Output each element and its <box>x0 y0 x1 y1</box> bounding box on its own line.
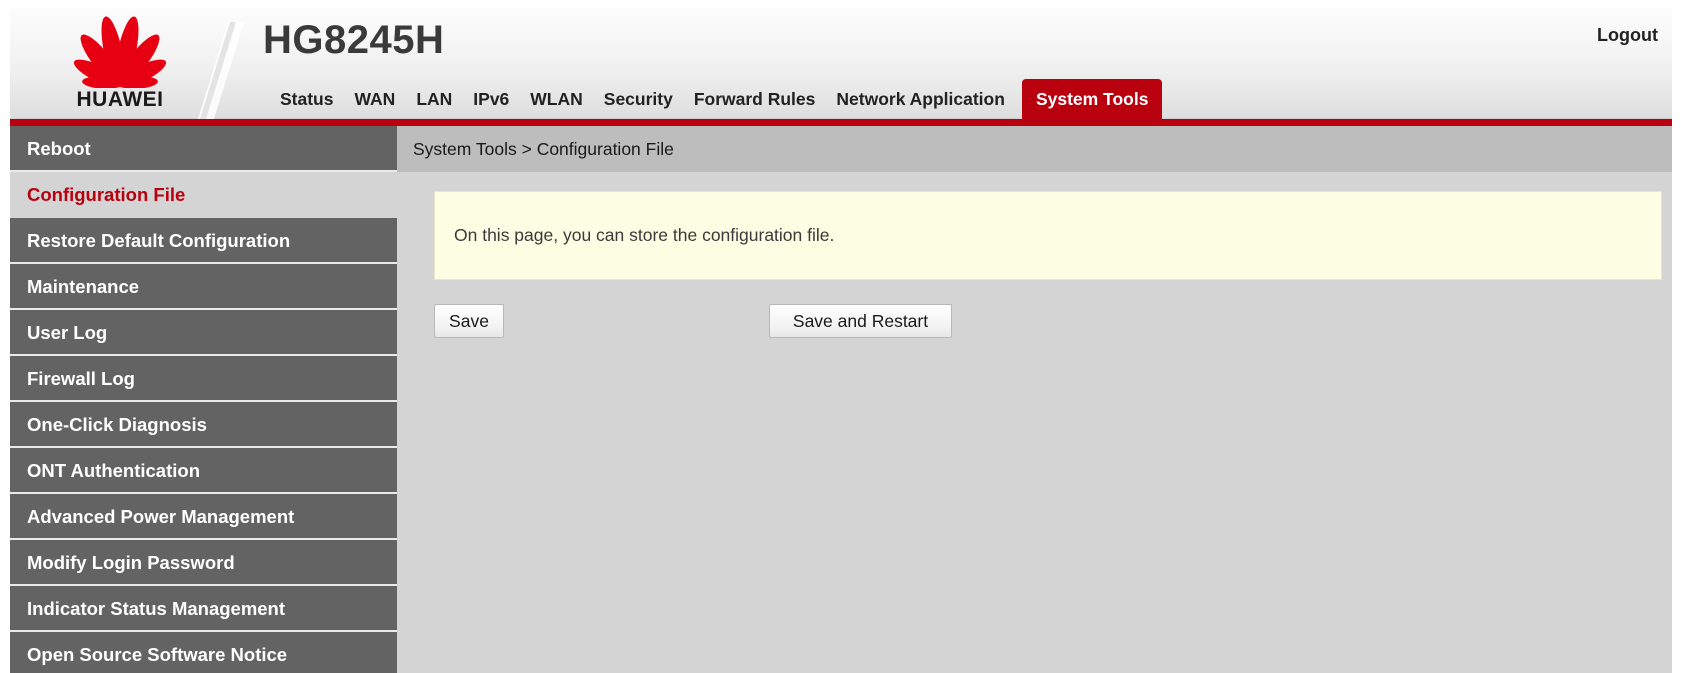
save-button[interactable]: Save <box>434 304 504 338</box>
nav-tab-wlan[interactable]: WLAN <box>520 79 593 119</box>
sidebar-item-open-source-software-notice[interactable]: Open Source Software Notice <box>10 632 397 673</box>
sidebar-item-reboot[interactable]: Reboot <box>10 126 397 172</box>
device-model-title: HG8245H <box>263 18 445 62</box>
nav-tab-wan[interactable]: WAN <box>344 79 406 119</box>
nav-tab-ipv6[interactable]: IPv6 <box>463 79 520 119</box>
nav-tab-system-tools[interactable]: System Tools <box>1021 79 1163 119</box>
header-divider-slash <box>198 22 244 119</box>
main-nav: Status WAN LAN IPv6 WLAN Security Forwar… <box>280 77 1163 119</box>
header: HUAWEI HG8245H Logout Status WAN LAN IPv… <box>10 8 1672 119</box>
logout-link[interactable]: Logout <box>1597 25 1658 46</box>
sidebar-item-configuration-file[interactable]: Configuration File <box>10 172 397 218</box>
huawei-petals-icon <box>73 16 167 89</box>
header-red-bar <box>10 119 1672 126</box>
router-admin-page: HUAWEI HG8245H Logout Status WAN LAN IPv… <box>10 8 1672 673</box>
nav-tab-security[interactable]: Security <box>594 79 684 119</box>
breadcrumb: System Tools > Configuration File <box>397 126 1672 172</box>
sidebar-item-modify-login-password[interactable]: Modify Login Password <box>10 540 397 586</box>
sidebar-item-ont-authentication[interactable]: ONT Authentication <box>10 448 397 494</box>
sidebar-item-advanced-power-management[interactable]: Advanced Power Management <box>10 494 397 540</box>
sidebar: Reboot Configuration File Restore Defaul… <box>10 126 397 673</box>
sidebar-item-maintenance[interactable]: Maintenance <box>10 264 397 310</box>
sidebar-item-one-click-diagnosis[interactable]: One-Click Diagnosis <box>10 402 397 448</box>
nav-tab-status[interactable]: Status <box>280 79 344 119</box>
nav-tab-forward-rules[interactable]: Forward Rules <box>684 79 827 119</box>
sidebar-item-user-log[interactable]: User Log <box>10 310 397 356</box>
page-description: On this page, you can store the configur… <box>434 191 1662 280</box>
nav-tab-network-application[interactable]: Network Application <box>826 79 1016 119</box>
sidebar-item-indicator-status-management[interactable]: Indicator Status Management <box>10 586 397 632</box>
logo-text: HUAWEI <box>76 88 164 111</box>
nav-tab-lan[interactable]: LAN <box>406 79 463 119</box>
sidebar-item-restore-default-configuration[interactable]: Restore Default Configuration <box>10 218 397 264</box>
sidebar-item-firewall-log[interactable]: Firewall Log <box>10 356 397 402</box>
huawei-logo: HUAWEI <box>46 8 194 119</box>
save-and-restart-button[interactable]: Save and Restart <box>769 304 952 338</box>
